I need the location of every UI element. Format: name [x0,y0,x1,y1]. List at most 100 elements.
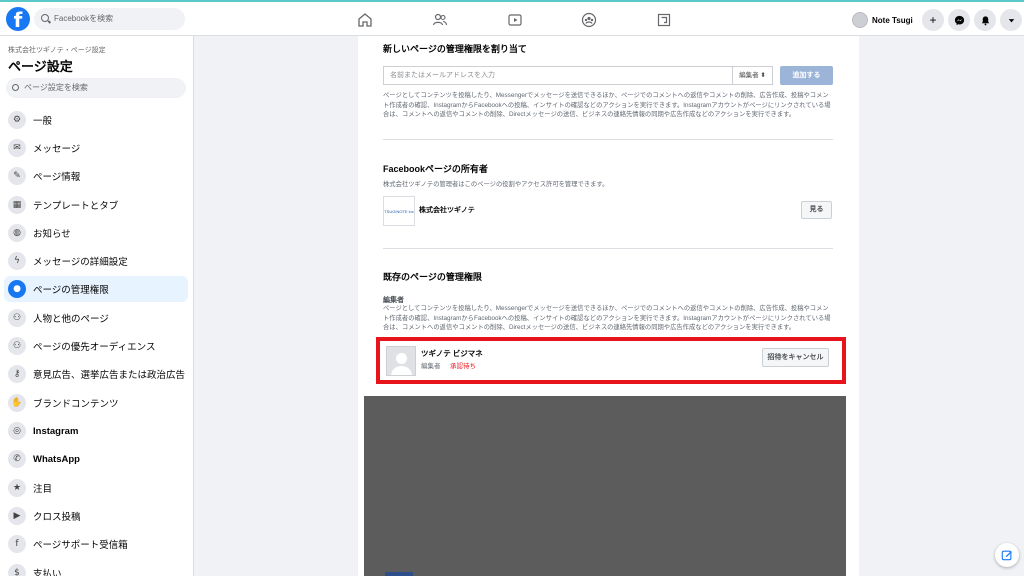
messenger-icon: ϟ [8,252,26,270]
sidebar-item-messaging[interactable]: ✉ メッセージ [4,135,188,161]
sidebar-item-people-other-pages[interactable]: ⚇ 人物と他のページ [4,305,188,331]
search-icon [41,14,49,22]
sidebar-item-general[interactable]: ⚙ 一般 [4,107,188,133]
profile-button[interactable]: Note Tsugi [852,10,913,30]
settings-search-input[interactable]: ページ設定を検索 [6,78,186,98]
instagram-icon: ◎ [8,422,26,440]
sidebar-item-featured[interactable]: ★ 注目 [4,475,188,501]
top-navigation-bar: f Facebookを検索 Note Tsugi + [0,0,1024,36]
sidebar-item-label: お知らせ [33,229,71,240]
friends-icon[interactable] [410,8,470,32]
profile-name: Note Tsugi [872,15,913,25]
grid-icon: ▦ [8,196,26,214]
handshake-icon: ✋ [8,394,26,412]
sidebar-item-page-roles[interactable]: ● ページの管理権限 [4,276,188,302]
sidebar-item-label: 注目 [33,484,53,495]
settings-sidebar: 株式会社ツギノテ・ページ設定 ページ設定 ページ設定を検索 ⚙ 一般 ✉ メッセージ… [0,36,194,576]
globe-icon: ◍ [8,224,26,242]
sidebar-item-support-inbox[interactable]: f ページサポート受信箱 [4,531,188,557]
star-icon: ★ [8,479,26,497]
facebook-search-input[interactable]: Facebookを検索 [34,8,185,30]
sidebar-item-label: WhatsApp [33,453,80,465]
notifications-button[interactable] [974,9,996,31]
page-owner-title: Facebookページの所有者 [383,164,488,174]
sidebar-item-label: メッセージの詳細設定 [33,257,128,268]
sidebar-item-label: クロス投稿 [33,512,81,523]
dollar-icon: $ [8,564,26,576]
gear-icon: ⚙ [8,111,26,129]
watch-icon[interactable] [485,8,545,32]
sidebar-item-preferred-audience[interactable]: ⚇ ページの優先オーディエンス [4,333,188,359]
owner-name: 株式会社ツギノテ [419,207,475,214]
owner-logo: TSUGINOTE inc [383,196,415,226]
divider [383,139,833,140]
messenger-icon [954,15,964,25]
home-icon[interactable] [335,8,395,32]
sidebar-item-label: ページの管理権限 [33,285,109,296]
sidebar-item-label: ページ情報 [33,172,81,183]
sidebar-item-payments[interactable]: $ 支払い [4,560,188,576]
audience-icon: ⚇ [8,337,26,355]
scrollbar[interactable] [1014,160,1024,576]
sidebar-item-page-info[interactable]: ✎ ページ情報 [4,163,188,189]
pending-invite-row: ツギノテ ビジマネ 編集者 承認待ち 招待をキャンセル [376,337,846,384]
new-message-button[interactable] [995,543,1019,567]
settings-search-placeholder: ページ設定を検索 [24,83,88,92]
editor-role-description: ページとしてコンテンツを投稿したり、Messengerでメッセージを送信できるほ… [383,305,831,331]
editor-role-description: ページとしてコンテンツを投稿したり、Messengerでメッセージを送信できるほ… [383,92,831,118]
partial-element [385,572,413,576]
search-icon [12,84,19,91]
invitee-role: 編集者 [421,363,441,370]
facebook-icon: f [8,535,26,553]
view-owner-button[interactable]: 見る [801,201,832,219]
divider [383,248,833,249]
add-button[interactable]: 追加する [780,66,833,85]
create-button[interactable]: + [922,9,944,31]
sidebar-item-label: ページの優先オーディエンス [33,342,156,353]
sidebar-item-advanced-messaging[interactable]: ϟ メッセージの詳細設定 [4,248,188,274]
gaming-icon[interactable] [634,8,694,32]
owner-description: 株式会社ツギノテの管理者はこのページの役割やアクセス許可を管理できます。 [383,181,609,188]
breadcrumb[interactable]: 株式会社ツギノテ・ページ設定 [8,45,106,55]
sidebar-item-label: Instagram [33,425,79,437]
sidebar-item-crossposting[interactable]: ▶ クロス投稿 [4,503,188,529]
status-badge: 承認待ち [450,363,476,370]
invitee-avatar [386,346,416,376]
compose-icon [1001,550,1012,561]
cancel-invite-button[interactable]: 招待をキャンセル [762,348,829,367]
plus-icon: + [929,13,937,27]
page-roles-panel: 新しいページの管理権限を割り当て 名前またはメールアドレスを入力 編集者 ⬍ 追… [358,36,859,576]
account-menu-button[interactable] [1000,9,1022,31]
whatsapp-icon: ✆ [8,450,26,468]
overlay-block [364,396,846,576]
avatar [852,12,868,28]
groups-icon[interactable] [559,8,619,32]
pencil-icon: ✎ [8,167,26,185]
person-icon: ● [8,280,26,298]
sidebar-item-label: 一般 [33,116,53,127]
video-icon: ▶ [8,507,26,525]
assign-role-title: 新しいページの管理権限を割り当て [383,44,527,54]
role-select[interactable]: 編集者 ⬍ [733,66,773,85]
sidebar-item-label: ブランドコンテンツ [33,399,119,410]
messenger-button[interactable] [948,9,970,31]
sidebar-item-label: 人物と他のページ [33,314,109,325]
existing-roles-title: 既存のページの管理権限 [383,272,482,282]
chat-icon: ✉ [8,139,26,157]
name-or-email-input[interactable]: 名前またはメールアドレスを入力 [383,66,733,85]
sidebar-item-notifications[interactable]: ◍ お知らせ [4,220,188,246]
sidebar-item-instagram[interactable]: ◎ Instagram [4,418,188,444]
sidebar-item-label: 支払い [33,569,62,576]
invitee-name[interactable]: ツギノテ ビジマネ [421,348,483,359]
sidebar-item-political-ads[interactable]: ⚷ 意見広告、選挙広告または政治広告 [4,361,188,387]
sidebar-item-whatsapp[interactable]: ✆ WhatsApp [4,446,188,472]
facebook-logo[interactable]: f [6,7,30,32]
page-title: ページ設定 [8,59,73,74]
sidebar-item-templates-tabs[interactable]: ▦ テンプレートとタブ [4,192,188,218]
bell-icon [981,15,989,25]
sidebar-item-label: ページサポート受信箱 [33,540,128,551]
sidebar-item-branded-content[interactable]: ✋ ブランドコンテンツ [4,390,188,416]
people-icon: ⚇ [8,309,26,327]
sidebar-item-label: メッセージ [33,144,81,155]
key-icon: ⚷ [8,365,26,383]
